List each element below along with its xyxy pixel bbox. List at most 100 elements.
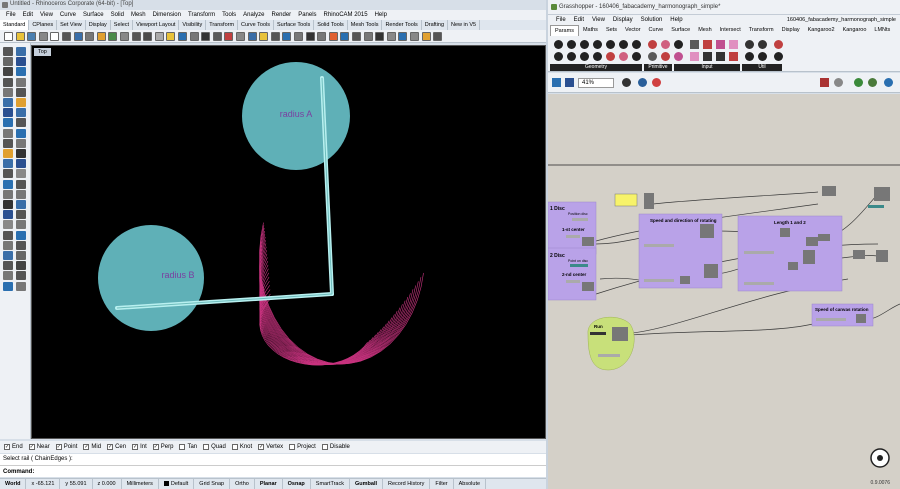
- gh-ribbon-group-geometry[interactable]: Geometry: [550, 64, 642, 71]
- gh-param-component-icon[interactable]: [661, 52, 670, 61]
- gh-tab-sets[interactable]: Sets: [602, 25, 621, 36]
- rhino-tool-icon[interactable]: [247, 32, 257, 41]
- gh-tab-kangaroo[interactable]: Kangaroo: [839, 25, 871, 36]
- rhino-tool-icon[interactable]: [398, 32, 408, 41]
- rhino-left-tool-icon[interactable]: [16, 189, 26, 199]
- osnap-disable[interactable]: Disable: [321, 444, 350, 450]
- rhino-menu-analyze[interactable]: Analyze: [243, 12, 264, 18]
- gh-tab-transform[interactable]: Transform: [745, 25, 778, 36]
- gh-tab-intersect[interactable]: Intersect: [716, 25, 745, 36]
- gh-param-component-icon[interactable]: [716, 40, 725, 49]
- rhino-menu-surface[interactable]: Surface: [83, 12, 104, 18]
- rhino-tool-icon[interactable]: [166, 32, 176, 41]
- gh-menu-solution[interactable]: Solution: [641, 17, 663, 23]
- rhino-left-tool-icon[interactable]: [16, 200, 26, 209]
- gh-slider[interactable]: [644, 279, 674, 282]
- osnap-checkbox[interactable]: ✓: [28, 444, 35, 450]
- gh-param-component-icon[interactable]: [580, 40, 589, 49]
- gh-tab-kangaroo2[interactable]: Kangaroo2: [804, 25, 839, 36]
- rhino-left-tool-icon[interactable]: [3, 118, 13, 128]
- rhino-left-tool-icon[interactable]: [16, 251, 26, 260]
- rhino-tab-cplanes[interactable]: CPlanes: [29, 20, 58, 30]
- gh-ribbon-group-primitive[interactable]: Primitive: [644, 64, 672, 71]
- gh-param-component-icon[interactable]: [729, 40, 738, 49]
- rhino-left-tool-icon[interactable]: [16, 128, 26, 138]
- gh-param-component-icon[interactable]: [593, 52, 602, 61]
- rhino-left-tool-icon[interactable]: [3, 138, 13, 148]
- rhino-left-tool-icon[interactable]: [3, 87, 13, 97]
- gh-toggle[interactable]: [590, 332, 606, 335]
- rhino-tool-icon[interactable]: [317, 32, 327, 41]
- gh-component[interactable]: [700, 224, 714, 238]
- gh-param-component-icon[interactable]: [716, 52, 725, 61]
- rhino-tool-icon[interactable]: [375, 32, 385, 41]
- gh-component[interactable]: [582, 237, 594, 246]
- gh-param-component-icon[interactable]: [619, 52, 628, 61]
- status-toggle-smarttrack[interactable]: SmartTrack: [311, 479, 350, 489]
- osnap-checkbox[interactable]: [179, 444, 186, 450]
- gh-slider[interactable]: [744, 251, 774, 254]
- status-toggle-filter[interactable]: Filter: [430, 479, 454, 489]
- rhino-tool-icon[interactable]: [15, 32, 25, 41]
- rhino-tool-icon[interactable]: [27, 32, 37, 41]
- osnap-checkbox[interactable]: ✓: [4, 444, 10, 450]
- rhino-menu-mesh[interactable]: Mesh: [131, 12, 146, 18]
- osnap-int[interactable]: ✓ Int: [132, 444, 147, 450]
- osnap-checkbox[interactable]: ✓: [107, 444, 114, 450]
- gh-param-component-icon[interactable]: [648, 52, 657, 61]
- gh-tab-vector[interactable]: Vector: [621, 25, 645, 36]
- rhino-menu-curve[interactable]: Curve: [60, 12, 76, 18]
- sketch-pen-icon[interactable]: [652, 78, 661, 87]
- gh-tab-mesh[interactable]: Mesh: [694, 25, 715, 36]
- rhino-tool-icon[interactable]: [178, 32, 187, 41]
- rhino-tool-icon[interactable]: [305, 32, 315, 41]
- rhino-left-tool-icon[interactable]: [3, 47, 13, 56]
- rhino-left-tool-icon[interactable]: [16, 47, 26, 56]
- rhino-tool-icon[interactable]: [352, 32, 361, 41]
- rhino-tab-drafting[interactable]: Drafting: [422, 20, 449, 30]
- rhino-tool-icon[interactable]: [410, 32, 419, 41]
- gh-tab-display[interactable]: Display: [778, 25, 804, 36]
- rhino-menu-dimension[interactable]: Dimension: [153, 12, 181, 18]
- gh-slider[interactable]: [572, 218, 588, 221]
- osnap-vertex[interactable]: ✓ Vertex: [258, 444, 283, 450]
- rhino-tool-icon[interactable]: [363, 32, 373, 41]
- rhino-tab-visibility[interactable]: Visibility: [179, 20, 207, 30]
- gh-tab-surface[interactable]: Surface: [667, 25, 694, 36]
- rhino-tool-icon[interactable]: [38, 32, 48, 41]
- rhino-left-tool-icon[interactable]: [16, 179, 26, 189]
- rhino-tool-icon[interactable]: [131, 32, 141, 41]
- rhino-left-tool-icon[interactable]: [16, 138, 26, 148]
- gh-param-component-icon[interactable]: [593, 40, 602, 49]
- rhino-left-tool-icon[interactable]: [16, 220, 26, 230]
- display-options-icon[interactable]: [884, 78, 893, 87]
- rhino-left-tool-icon[interactable]: [16, 169, 26, 179]
- gh-tab-params[interactable]: Params: [550, 25, 579, 36]
- rhino-left-tool-icon[interactable]: [3, 271, 13, 281]
- rhino-left-tool-icon[interactable]: [3, 67, 13, 77]
- rhino-menu-help[interactable]: Help: [375, 12, 387, 18]
- rhino-tool-icon[interactable]: [340, 32, 350, 41]
- rhino-left-tool-icon[interactable]: [16, 281, 26, 291]
- gh-component[interactable]: [853, 250, 865, 259]
- rhino-left-tool-icon[interactable]: [3, 179, 13, 189]
- rhino-tab-transform[interactable]: Transform: [206, 20, 239, 30]
- gh-tab-maths[interactable]: Maths: [579, 25, 602, 36]
- zoom-extents-icon[interactable]: [622, 78, 631, 87]
- osnap-checkbox[interactable]: [203, 444, 210, 450]
- rhino-tab-select[interactable]: Select: [111, 20, 134, 30]
- status-toggle-grid-snap[interactable]: Grid Snap: [194, 479, 231, 489]
- rhino-menu-file[interactable]: File: [6, 12, 16, 18]
- rhino-tool-icon[interactable]: [85, 32, 95, 41]
- preview-mode-icon[interactable]: [854, 78, 863, 87]
- rhino-tool-icon[interactable]: [236, 32, 245, 41]
- gh-param-component-icon[interactable]: [758, 52, 767, 61]
- harmonograph-curve[interactable]: [259, 222, 424, 365]
- rhino-tool-icon[interactable]: [433, 32, 443, 41]
- rhino-tool-icon[interactable]: [328, 32, 338, 41]
- rhino-left-tool-icon[interactable]: [16, 57, 26, 67]
- gh-component[interactable]: [868, 205, 884, 208]
- rhino-left-tool-icon[interactable]: [3, 189, 13, 199]
- rhino-tab-solid-tools[interactable]: Solid Tools: [314, 20, 348, 30]
- rhino-tool-icon[interactable]: [120, 32, 129, 41]
